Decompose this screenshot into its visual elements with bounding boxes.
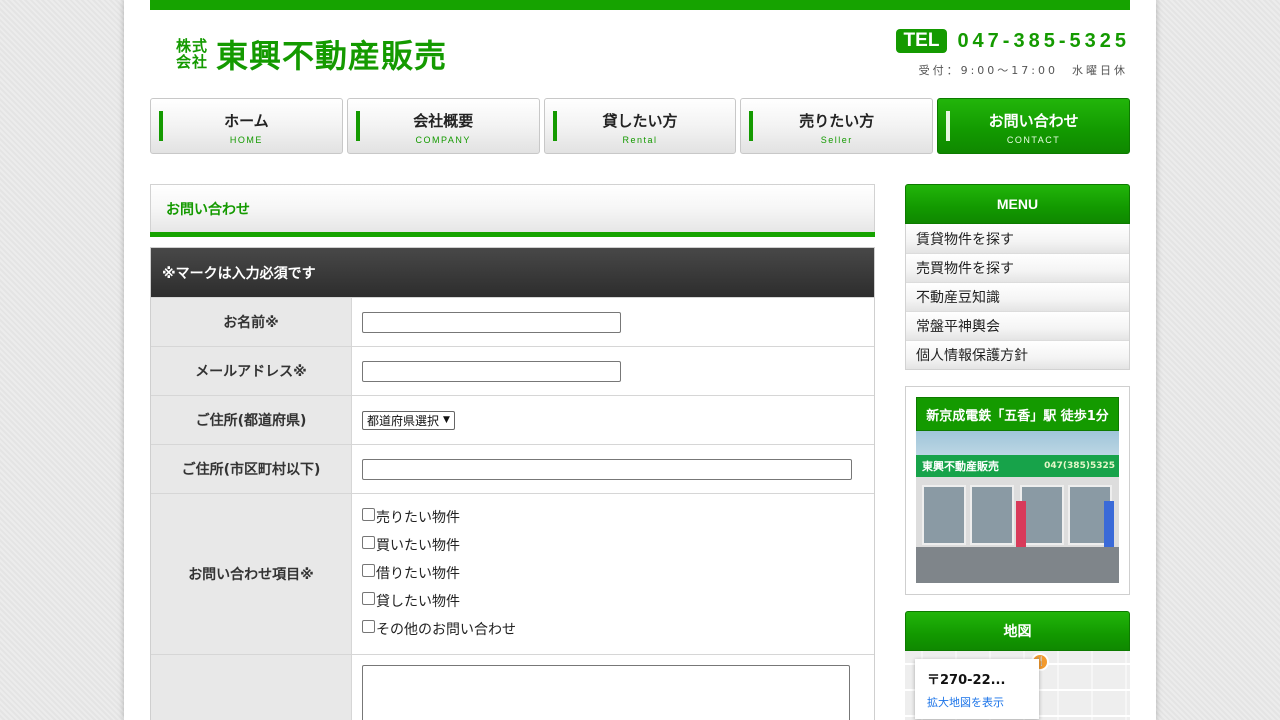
prefecture-selected-value: 都道府県選択	[367, 413, 440, 428]
checkbox[interactable]	[362, 620, 375, 633]
store-photo-box: 新京成電鉄「五香」駅 徒歩1分 東興不動産販売 047(385)5325	[905, 386, 1130, 595]
sidebar-item-mikoshi[interactable]: 常盤平神輿会	[906, 311, 1129, 340]
nav-item-company[interactable]: 会社概要 COMPANY	[346, 98, 540, 154]
email-input[interactable]	[362, 360, 621, 382]
form-row-city: ご住所(市区町村以下)	[151, 444, 874, 493]
chevron-down-icon: ▼	[443, 415, 450, 425]
embedded-map[interactable]: 🍴 〒270-22... 拡大地図を表示	[905, 651, 1130, 720]
sidebar-item-sale-search[interactable]: 売買物件を探す	[906, 253, 1129, 282]
checkbox[interactable]	[362, 508, 375, 521]
nav-item-rental[interactable]: 貸したい方 Rental	[543, 98, 737, 154]
store-sign: 東興不動産販売 047(385)5325	[916, 455, 1119, 477]
map-address: 〒270-22...	[927, 673, 1006, 688]
inquiry-option-other[interactable]: その他のお問い合わせ	[362, 620, 516, 638]
nav-sublabel: Rental	[622, 134, 658, 145]
nav-label: お問い合わせ	[988, 111, 1079, 130]
section-title-text: お問い合わせ	[166, 202, 250, 218]
checkbox[interactable]	[362, 536, 375, 549]
nav-item-home[interactable]: ホーム HOME	[150, 98, 343, 154]
prefecture-select[interactable]: 都道府県選択 ▼	[362, 410, 455, 430]
contact-form: ※マークは入力必須です お名前※ メールアドレス※ ご住所(都道府県) 都道府県…	[150, 247, 875, 720]
nav-label: 貸したい方	[602, 111, 678, 130]
checkbox[interactable]	[362, 564, 375, 577]
checkbox-label: 売りたい物件	[376, 510, 460, 526]
nav-label: 売りたい方	[799, 111, 875, 130]
checkbox[interactable]	[362, 592, 375, 605]
nav-sublabel: COMPANY	[415, 134, 471, 145]
logo-company-name: 東興不動産販売	[216, 37, 448, 75]
menu-heading: MENU	[905, 184, 1130, 224]
city-input[interactable]	[362, 458, 852, 480]
name-input[interactable]	[362, 311, 621, 333]
global-nav: ホーム HOME 会社概要 COMPANY 貸したい方 Rental 売りたい方…	[150, 98, 1130, 154]
tel-badge: TEL	[895, 29, 948, 53]
prefecture-label: ご住所(都道府県)	[151, 396, 352, 444]
form-row-name: お名前※	[151, 297, 874, 346]
city-label: ご住所(市区町村以下)	[151, 445, 352, 493]
nav-sublabel: Seller	[820, 134, 853, 145]
checkbox-label: 借りたい物件	[376, 566, 460, 582]
logo-company-type: 株式 会社	[176, 38, 208, 70]
inquiry-option-sell[interactable]: 売りたい物件	[362, 508, 516, 526]
message-label-cell	[151, 655, 352, 720]
email-label: メールアドレス※	[151, 347, 352, 395]
form-required-note: ※マークは入力必須です	[151, 248, 874, 297]
section-heading: お問い合わせ	[150, 184, 875, 237]
name-label: お名前※	[151, 298, 352, 346]
nav-item-seller[interactable]: 売りたい方 Seller	[740, 98, 934, 154]
nav-label: 会社概要	[413, 111, 474, 130]
page-container: 株式 会社 東興不動産販売 TEL 047-385-5325 受付：9:00～1…	[124, 0, 1156, 720]
form-row-email: メールアドレス※	[151, 346, 874, 395]
sidebar: MENU 賃貸物件を探す 売買物件を探す 不動産豆知識 常盤平神輿会 個人情報保…	[905, 184, 1130, 720]
checkbox-label: 買いたい物件	[376, 538, 460, 554]
business-hours: 受付：9:00～17:00 水曜日休	[918, 64, 1128, 77]
sidebar-item-knowledge[interactable]: 不動産豆知識	[906, 282, 1129, 311]
inquiry-option-rent[interactable]: 借りたい物件	[362, 564, 516, 582]
store-sign-name: 東興不動産販売	[922, 460, 999, 473]
top-accent-bar	[150, 0, 1130, 10]
form-row-inquiry: お問い合わせ項目※ 売りたい物件 買いたい物件 借りたい物件 貸したい物件 その…	[151, 493, 874, 654]
inquiry-checkbox-group: 売りたい物件 買いたい物件 借りたい物件 貸したい物件 その他のお問い合わせ	[362, 494, 516, 654]
tel-number[interactable]: 047-385-5325	[957, 30, 1130, 53]
main-content: お問い合わせ ※マークは入力必須です お名前※ メールアドレス※ ご住所(都道府…	[150, 184, 875, 720]
logo-small-line1: 株式	[176, 37, 209, 55]
store-photo[interactable]: 東興不動産販売 047(385)5325	[916, 431, 1119, 583]
map-info-card: 〒270-22... 拡大地図を表示	[915, 659, 1039, 719]
map-heading: 地図	[905, 611, 1130, 651]
checkbox-label: その他のお問い合わせ	[376, 622, 516, 638]
sidebar-menu: 賃貸物件を探す 売買物件を探す 不動産豆知識 常盤平神輿会 個人情報保護方針	[905, 224, 1130, 370]
store-sign-phone: 047(385)5325	[1044, 461, 1115, 471]
tel-block: TEL 047-385-5325	[895, 29, 1130, 53]
nav-sublabel: CONTACT	[1006, 134, 1061, 145]
inquiry-label: お問い合わせ項目※	[151, 494, 352, 654]
logo-small-line2: 会社	[176, 53, 209, 71]
nav-item-contact[interactable]: お問い合わせ CONTACT	[937, 98, 1130, 154]
checkbox-label: 貸したい物件	[376, 594, 460, 610]
nav-sublabel: HOME	[229, 134, 263, 145]
sidebar-item-rental-search[interactable]: 賃貸物件を探す	[906, 224, 1129, 253]
company-logo[interactable]: 株式 会社 東興不動産販売	[176, 34, 448, 75]
map-enlarge-link[interactable]: 拡大地図を表示	[927, 694, 1027, 710]
inquiry-option-lease[interactable]: 貸したい物件	[362, 592, 516, 610]
inquiry-option-buy[interactable]: 買いたい物件	[362, 536, 516, 554]
store-photo-caption: 新京成電鉄「五香」駅 徒歩1分	[916, 397, 1119, 431]
sidebar-item-privacy[interactable]: 個人情報保護方針	[906, 340, 1129, 369]
nav-label: ホーム	[224, 111, 269, 130]
message-textarea[interactable]	[362, 665, 850, 720]
form-row-message	[151, 654, 874, 720]
form-row-prefecture: ご住所(都道府県) 都道府県選択 ▼	[151, 395, 874, 444]
